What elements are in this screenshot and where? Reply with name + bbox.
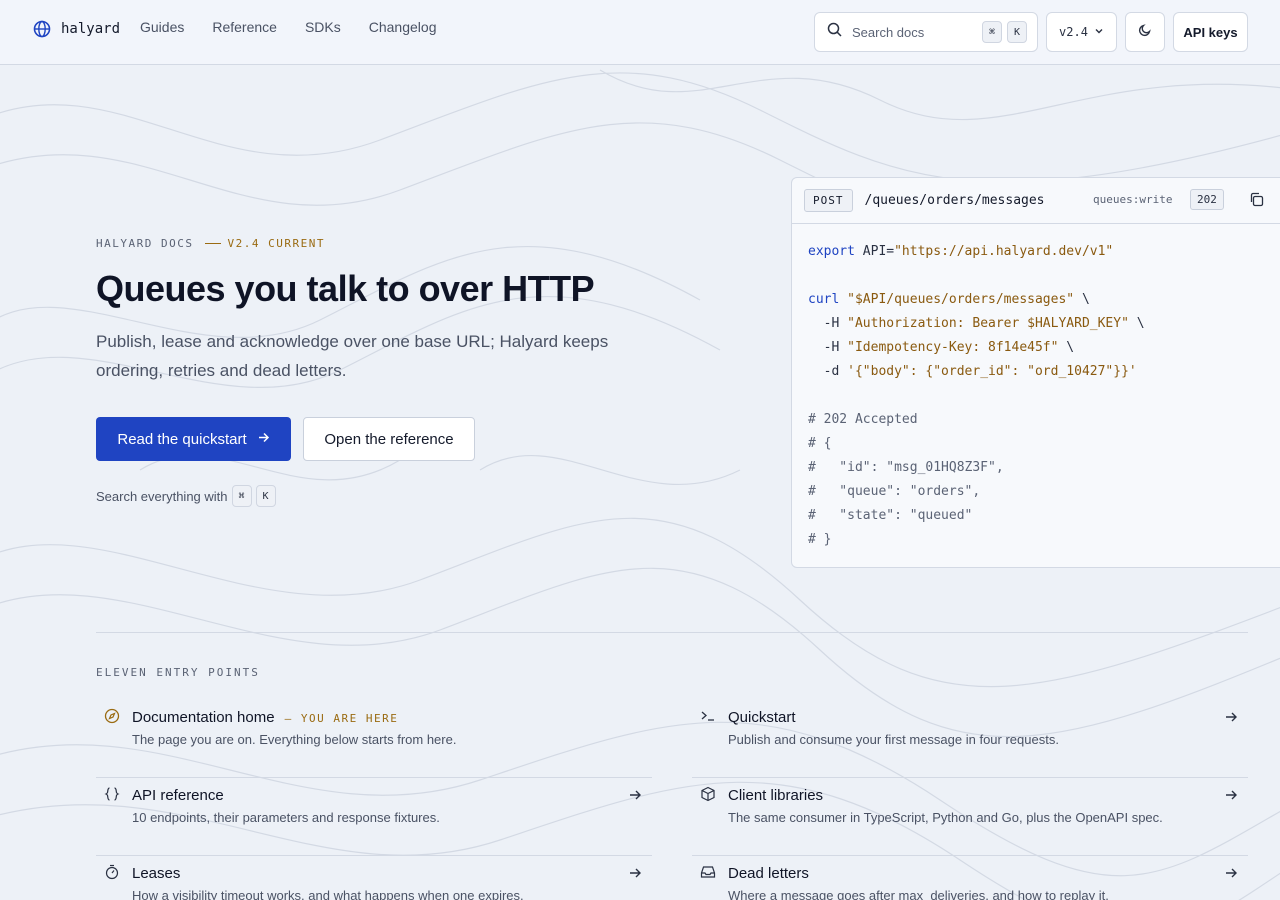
terminal-icon xyxy=(700,708,716,724)
code-block: export API="https://api.halyard.dev/v1" … xyxy=(792,224,1280,552)
package-icon xyxy=(700,786,716,802)
main-nav: Guides Reference SDKs Changelog xyxy=(140,19,464,35)
api-keys-button[interactable]: API keys xyxy=(1173,12,1248,52)
code-comment: # 202 Accepted xyxy=(808,412,918,427)
http-method-badge: POST xyxy=(804,189,853,212)
entry-title: Quickstart xyxy=(728,709,796,726)
version-select[interactable]: v2.4 xyxy=(1046,12,1117,52)
page-title: Queues you talk to over HTTP xyxy=(96,268,595,309)
arrow-right-icon xyxy=(1224,710,1238,724)
code-token: -H xyxy=(808,316,848,331)
read-quickstart-button[interactable]: Read the quickstart xyxy=(96,417,291,461)
code-token: -d xyxy=(808,364,848,379)
entry-title: Client libraries xyxy=(728,787,824,804)
code-comment: # "queue": "orders", xyxy=(808,484,981,499)
brand[interactable]: halyard xyxy=(33,20,120,38)
braces-icon xyxy=(104,786,120,802)
code-comment: # { xyxy=(808,436,832,451)
moon-icon xyxy=(1138,23,1152,42)
kbd-command: ⌘ xyxy=(982,21,1002,43)
nav-guides[interactable]: Guides xyxy=(140,19,184,35)
code-token: \ xyxy=(1128,316,1145,331)
code-comment: # "id": "msg_01HQ8Z3F", xyxy=(808,460,1004,475)
entry-description: The same consumer in TypeScript, Python … xyxy=(728,810,1163,825)
search-hint: Search everything with ⌘ K xyxy=(96,485,276,507)
search-input[interactable]: Search docs ⌘ K xyxy=(814,12,1038,52)
eyebrow-dash xyxy=(205,243,222,244)
inbox-icon xyxy=(700,864,716,880)
theme-toggle-button[interactable] xyxy=(1125,12,1165,52)
chevron-down-icon xyxy=(1094,25,1104,39)
compass-icon xyxy=(104,708,120,724)
brand-name: halyard xyxy=(61,21,121,37)
kbd-k: K xyxy=(255,485,276,507)
eyebrow-version: V2.4 CURRENT xyxy=(227,237,325,250)
kbd-command: ⌘ xyxy=(231,485,252,507)
eyebrow-label: HALYARD DOCS xyxy=(96,237,194,250)
arrow-right-icon xyxy=(1224,866,1238,880)
entry-title: API reference xyxy=(132,787,224,804)
arrow-right-icon xyxy=(628,866,642,880)
code-token: API= xyxy=(854,244,895,259)
arrow-right-icon xyxy=(257,431,270,448)
entry-points-heading: ELEVEN ENTRY POINTS xyxy=(96,666,260,679)
kbd-k: K xyxy=(1007,21,1027,43)
code-comment: # } xyxy=(808,532,832,547)
entry-leases[interactable]: Leases How a visibility timeout works, a… xyxy=(96,856,652,900)
top-nav-bar: halyard Guides Reference SDKs Changelog … xyxy=(0,0,1280,65)
open-reference-button[interactable]: Open the reference xyxy=(303,417,475,461)
you-are-here-badge: — YOU ARE HERE xyxy=(284,712,399,725)
code-token: "Authorization: Bearer $HALYARD_KEY" xyxy=(847,316,1129,331)
scope-label: queues:write xyxy=(1093,193,1173,206)
code-token: export xyxy=(808,244,855,259)
section-divider xyxy=(96,632,1248,633)
nav-reference[interactable]: Reference xyxy=(212,19,277,35)
entry-title: Documentation home — YOU ARE HERE xyxy=(132,709,398,726)
code-token: \ xyxy=(1058,340,1075,355)
code-sample-header: POST /queues/orders/messages queues:writ… xyxy=(792,178,1280,224)
code-token: "https://api.halyard.dev/v1" xyxy=(894,244,1114,259)
search-hint-text: Search everything with xyxy=(96,488,228,504)
status-badge: 202 xyxy=(1190,189,1224,210)
entry-client-libraries[interactable]: Client libraries The same consumer in Ty… xyxy=(692,778,1248,856)
code-token: "Idempotency-Key: 8f14e45f" xyxy=(847,340,1059,355)
you-are-here-text: YOU ARE HERE xyxy=(300,712,399,725)
arrow-right-icon xyxy=(1224,788,1238,802)
nav-changelog[interactable]: Changelog xyxy=(369,19,437,35)
copy-icon[interactable] xyxy=(1249,192,1264,212)
entry-documentation-home[interactable]: Documentation home — YOU ARE HERE The pag… xyxy=(96,700,652,778)
code-token: curl xyxy=(808,292,840,307)
entry-dead-letters[interactable]: Dead letters Where a message goes after … xyxy=(692,856,1248,900)
entry-title: Dead letters xyxy=(728,865,809,882)
version-value: v2.4 xyxy=(1059,25,1088,39)
code-token: '{"body": {"order_id": "ord_10427"}}' xyxy=(847,364,1137,379)
entry-description: Where a message goes after max_deliverie… xyxy=(728,888,1109,900)
entry-title: Leases xyxy=(132,865,181,882)
entry-api-reference[interactable]: API reference 10 endpoints, their parame… xyxy=(96,778,652,856)
timer-icon xyxy=(104,864,120,880)
page-subtitle: Publish, lease and acknowledge over one … xyxy=(96,332,609,380)
entry-description: The page you are on. Everything below st… xyxy=(132,732,457,747)
search-icon xyxy=(827,22,842,42)
entry-description: 10 endpoints, their parameters and respo… xyxy=(132,810,440,825)
code-token: "$API/queues/orders/messages" xyxy=(847,292,1075,307)
entry-title-text: Documentation home xyxy=(132,709,275,726)
hero-eyebrow: HALYARD DOCS V2.4 CURRENT xyxy=(96,237,325,250)
code-comment: # "state": "queued" xyxy=(808,508,973,523)
entry-description: Publish and consume your first message i… xyxy=(728,732,1059,747)
globe-icon xyxy=(33,20,51,38)
nav-sdks[interactable]: SDKs xyxy=(305,19,341,35)
endpoint-path: /queues/orders/messages xyxy=(864,193,1045,208)
arrow-right-icon xyxy=(628,788,642,802)
entry-description: How a visibility timeout works, and what… xyxy=(132,888,524,900)
code-sample-panel: POST /queues/orders/messages queues:writ… xyxy=(791,177,1280,568)
entry-quickstart[interactable]: Quickstart Publish and consume your firs… xyxy=(692,700,1248,778)
code-token: \ xyxy=(1074,292,1090,307)
search-placeholder: Search docs xyxy=(852,24,925,40)
code-token: -H xyxy=(808,340,848,355)
read-quickstart-label: Read the quickstart xyxy=(117,430,247,448)
